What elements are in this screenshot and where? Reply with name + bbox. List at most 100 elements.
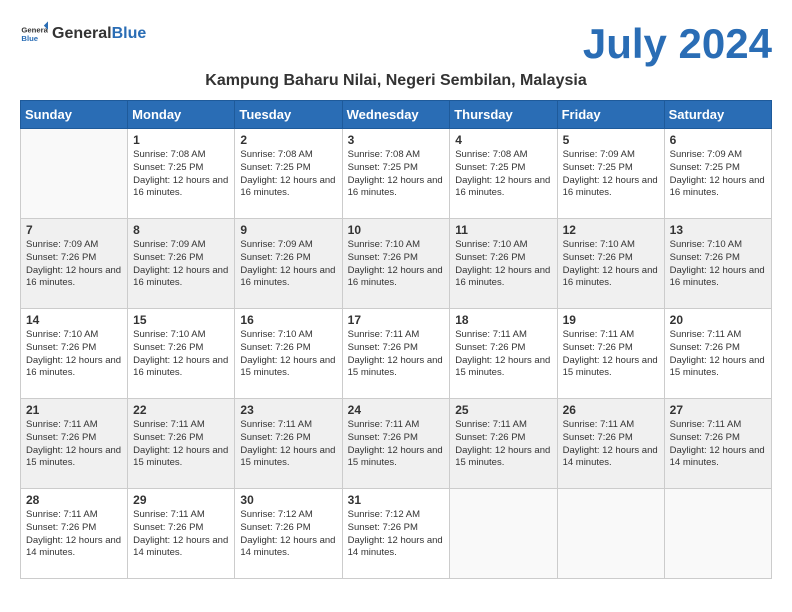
week-row-4: 21 Sunrise: 7:11 AMSunset: 7:26 PMDayligh… <box>21 399 772 489</box>
day-number: 2 <box>240 133 336 147</box>
calendar-cell: 29 Sunrise: 7:11 AMSunset: 7:26 PMDayligh… <box>128 489 235 579</box>
calendar-cell: 23Sunrise: 7:11 AMSunset: 7:26 PMDayligh… <box>235 399 342 489</box>
svg-text:General: General <box>21 26 48 35</box>
week-row-3: 14Sunrise: 7:10 AMSunset: 7:26 PMDayligh… <box>21 309 772 399</box>
svg-text:Blue: Blue <box>21 34 38 43</box>
day-info: Sunrise: 7:12 AMSunset: 7:26 PMDaylight:… <box>348 509 445 560</box>
day-info: Sunrise: 7:08 AMSunset: 7:25 PMDaylight:… <box>455 149 551 200</box>
calendar-cell: 15 Sunrise: 7:10 AMSunset: 7:26 PMDayligh… <box>128 309 235 399</box>
day-info: Sunrise: 7:09 AMSunset: 7:26 PMDaylight:… <box>133 239 229 290</box>
day-number: 11 <box>455 223 551 237</box>
day-info: Sunrise: 7:10 AMSunset: 7:26 PMDaylight:… <box>455 239 551 290</box>
calendar-cell: 5 Sunrise: 7:09 AMSunset: 7:25 PMDaylight… <box>557 129 664 219</box>
day-number: 29 <box>133 493 229 507</box>
day-number: 6 <box>670 133 766 147</box>
day-number: 3 <box>348 133 445 147</box>
day-number: 24 <box>348 403 445 417</box>
calendar-cell: 9 Sunrise: 7:09 AMSunset: 7:26 PMDaylight… <box>235 219 342 309</box>
day-info: Sunrise: 7:11 AMSunset: 7:26 PMDaylight:… <box>670 419 766 470</box>
header-wednesday: Wednesday <box>342 101 450 129</box>
day-number: 22 <box>133 403 229 417</box>
day-number: 5 <box>563 133 659 147</box>
day-number: 13 <box>670 223 766 237</box>
calendar-cell <box>557 489 664 579</box>
header-sunday: Sunday <box>21 101 128 129</box>
calendar-cell: 27 Sunrise: 7:11 AMSunset: 7:26 PMDayligh… <box>664 399 771 489</box>
header-friday: Friday <box>557 101 664 129</box>
header-saturday: Saturday <box>664 101 771 129</box>
calendar-cell: 2 Sunrise: 7:08 AMSunset: 7:25 PMDaylight… <box>235 129 342 219</box>
day-info: Sunrise: 7:11 AMSunset: 7:26 PMDaylight:… <box>455 419 551 470</box>
calendar-cell: 11 Sunrise: 7:10 AMSunset: 7:26 PMDayligh… <box>450 219 557 309</box>
day-number: 30 <box>240 493 336 507</box>
calendar-cell: 7 Sunrise: 7:09 AMSunset: 7:26 PMDaylight… <box>21 219 128 309</box>
day-number: 10 <box>348 223 445 237</box>
calendar-header-row: SundayMondayTuesdayWednesdayThursdayFrid… <box>21 101 772 129</box>
day-number: 17 <box>348 313 445 327</box>
calendar-cell: 14Sunrise: 7:10 AMSunset: 7:26 PMDayligh… <box>21 309 128 399</box>
calendar-cell: 22 Sunrise: 7:11 AMSunset: 7:26 PMDayligh… <box>128 399 235 489</box>
day-info: Sunrise: 7:11 AMSunset: 7:26 PMDaylight:… <box>563 329 659 380</box>
day-info: Sunrise: 7:11 AMSunset: 7:26 PMDaylight:… <box>133 509 229 560</box>
day-number: 20 <box>670 313 766 327</box>
logo-blue-text: Blue <box>112 25 147 43</box>
day-number: 21 <box>26 403 122 417</box>
header-thursday: Thursday <box>450 101 557 129</box>
day-number: 15 <box>133 313 229 327</box>
day-info: Sunrise: 7:11 AMSunset: 7:26 PMDaylight:… <box>348 329 445 380</box>
month-year-title: July 2024 <box>583 20 772 68</box>
calendar-cell <box>21 129 128 219</box>
day-info: Sunrise: 7:10 AMSunset: 7:26 PMDaylight:… <box>240 329 336 380</box>
day-number: 27 <box>670 403 766 417</box>
day-info: Sunrise: 7:09 AMSunset: 7:26 PMDaylight:… <box>26 239 122 290</box>
calendar-cell: 18Sunrise: 7:11 AMSunset: 7:26 PMDayligh… <box>450 309 557 399</box>
calendar-cell: 6 Sunrise: 7:09 AMSunset: 7:25 PMDaylight… <box>664 129 771 219</box>
day-info: Sunrise: 7:10 AMSunset: 7:26 PMDaylight:… <box>348 239 445 290</box>
day-info: Sunrise: 7:09 AMSunset: 7:25 PMDaylight:… <box>670 149 766 200</box>
day-number: 9 <box>240 223 336 237</box>
day-info: Sunrise: 7:10 AMSunset: 7:26 PMDaylight:… <box>563 239 659 290</box>
day-info: Sunrise: 7:10 AMSunset: 7:26 PMDaylight:… <box>670 239 766 290</box>
day-info: Sunrise: 7:10 AMSunset: 7:26 PMDaylight:… <box>133 329 229 380</box>
calendar-cell: 10 Sunrise: 7:10 AMSunset: 7:26 PMDayligh… <box>342 219 450 309</box>
calendar-cell: 8 Sunrise: 7:09 AMSunset: 7:26 PMDaylight… <box>128 219 235 309</box>
day-info: Sunrise: 7:11 AMSunset: 7:26 PMDaylight:… <box>240 419 336 470</box>
day-number: 7 <box>26 223 122 237</box>
generalblue-logo-icon: General Blue <box>20 20 48 48</box>
calendar-cell: 31 Sunrise: 7:12 AMSunset: 7:26 PMDayligh… <box>342 489 450 579</box>
week-row-5: 28 Sunrise: 7:11 AMSunset: 7:26 PMDayligh… <box>21 489 772 579</box>
day-info: Sunrise: 7:11 AMSunset: 7:26 PMDaylight:… <box>133 419 229 470</box>
day-info: Sunrise: 7:11 AMSunset: 7:26 PMDaylight:… <box>455 329 551 380</box>
day-info: Sunrise: 7:08 AMSunset: 7:25 PMDaylight:… <box>133 149 229 200</box>
day-info: Sunrise: 7:08 AMSunset: 7:25 PMDaylight:… <box>240 149 336 200</box>
calendar-cell: 17 Sunrise: 7:11 AMSunset: 7:26 PMDayligh… <box>342 309 450 399</box>
location-title: Kampung Baharu Nilai, Negeri Sembilan, M… <box>20 72 772 90</box>
header: General Blue General Blue July 2024 <box>20 20 772 68</box>
week-row-1: 1 Sunrise: 7:08 AMSunset: 7:25 PMDaylight… <box>21 129 772 219</box>
header-tuesday: Tuesday <box>235 101 342 129</box>
day-number: 28 <box>26 493 122 507</box>
day-number: 8 <box>133 223 229 237</box>
day-number: 31 <box>348 493 445 507</box>
day-info: Sunrise: 7:11 AMSunset: 7:26 PMDaylight:… <box>26 509 122 560</box>
calendar-cell: 30 Sunrise: 7:12 AMSunset: 7:26 PMDayligh… <box>235 489 342 579</box>
day-number: 16 <box>240 313 336 327</box>
calendar-table: SundayMondayTuesdayWednesdayThursdayFrid… <box>20 100 772 579</box>
calendar-cell: 28 Sunrise: 7:11 AMSunset: 7:26 PMDayligh… <box>21 489 128 579</box>
day-number: 1 <box>133 133 229 147</box>
calendar-cell: 12Sunrise: 7:10 AMSunset: 7:26 PMDayligh… <box>557 219 664 309</box>
calendar-cell: 24 Sunrise: 7:11 AMSunset: 7:26 PMDayligh… <box>342 399 450 489</box>
day-info: Sunrise: 7:09 AMSunset: 7:25 PMDaylight:… <box>563 149 659 200</box>
day-number: 19 <box>563 313 659 327</box>
day-info: Sunrise: 7:09 AMSunset: 7:26 PMDaylight:… <box>240 239 336 290</box>
day-number: 25 <box>455 403 551 417</box>
calendar-cell: 13 Sunrise: 7:10 AMSunset: 7:26 PMDayligh… <box>664 219 771 309</box>
day-info: Sunrise: 7:11 AMSunset: 7:26 PMDaylight:… <box>348 419 445 470</box>
calendar-cell <box>664 489 771 579</box>
day-info: Sunrise: 7:11 AMSunset: 7:26 PMDaylight:… <box>563 419 659 470</box>
day-info: Sunrise: 7:12 AMSunset: 7:26 PMDaylight:… <box>240 509 336 560</box>
day-info: Sunrise: 7:10 AMSunset: 7:26 PMDaylight:… <box>26 329 122 380</box>
calendar-cell: 25 Sunrise: 7:11 AMSunset: 7:26 PMDayligh… <box>450 399 557 489</box>
calendar-cell: 3Sunrise: 7:08 AMSunset: 7:25 PMDaylight… <box>342 129 450 219</box>
calendar-cell: 20Sunrise: 7:11 AMSunset: 7:26 PMDayligh… <box>664 309 771 399</box>
